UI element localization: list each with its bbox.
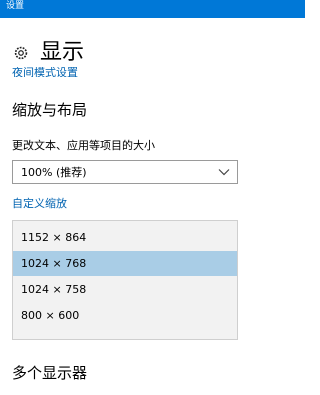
scale-value: 100% (推荐) bbox=[21, 166, 87, 179]
title-bar: 设置 bbox=[0, 0, 305, 18]
resolution-option-label: 1152 × 864 bbox=[21, 231, 87, 244]
page-title: 显示 bbox=[40, 40, 85, 65]
resolution-option-label: 800 × 600 bbox=[21, 309, 80, 322]
resolution-option-selected[interactable]: 1024 × 768 bbox=[13, 251, 237, 276]
gear-icon bbox=[14, 46, 28, 60]
custom-scaling-link[interactable]: 自定义缩放 bbox=[12, 197, 67, 211]
multiple-displays-heading: 多个显示器 bbox=[12, 364, 88, 382]
resolution-option[interactable]: 1024 × 758 bbox=[13, 277, 237, 302]
resolution-option-label: 1024 × 768 bbox=[21, 257, 87, 270]
resolution-option-label: 1024 × 758 bbox=[21, 283, 87, 296]
resolution-option[interactable]: 1152 × 864 bbox=[13, 225, 237, 250]
scale-dropdown[interactable]: 100% (推荐) bbox=[12, 160, 238, 184]
chevron-down-icon bbox=[218, 169, 230, 176]
window-title: 设置 bbox=[6, 1, 25, 11]
size-label: 更改文本、应用等项目的大小 bbox=[12, 139, 155, 152]
night-mode-link[interactable]: 夜间模式设置 bbox=[12, 67, 78, 77]
scale-layout-heading: 缩放与布局 bbox=[12, 101, 88, 119]
resolution-option[interactable]: 800 × 600 bbox=[13, 303, 237, 328]
page-header: 显示 bbox=[12, 38, 84, 68]
resolution-list: 1152 × 864 1024 × 768 1024 × 758 800 × 6… bbox=[12, 220, 238, 340]
